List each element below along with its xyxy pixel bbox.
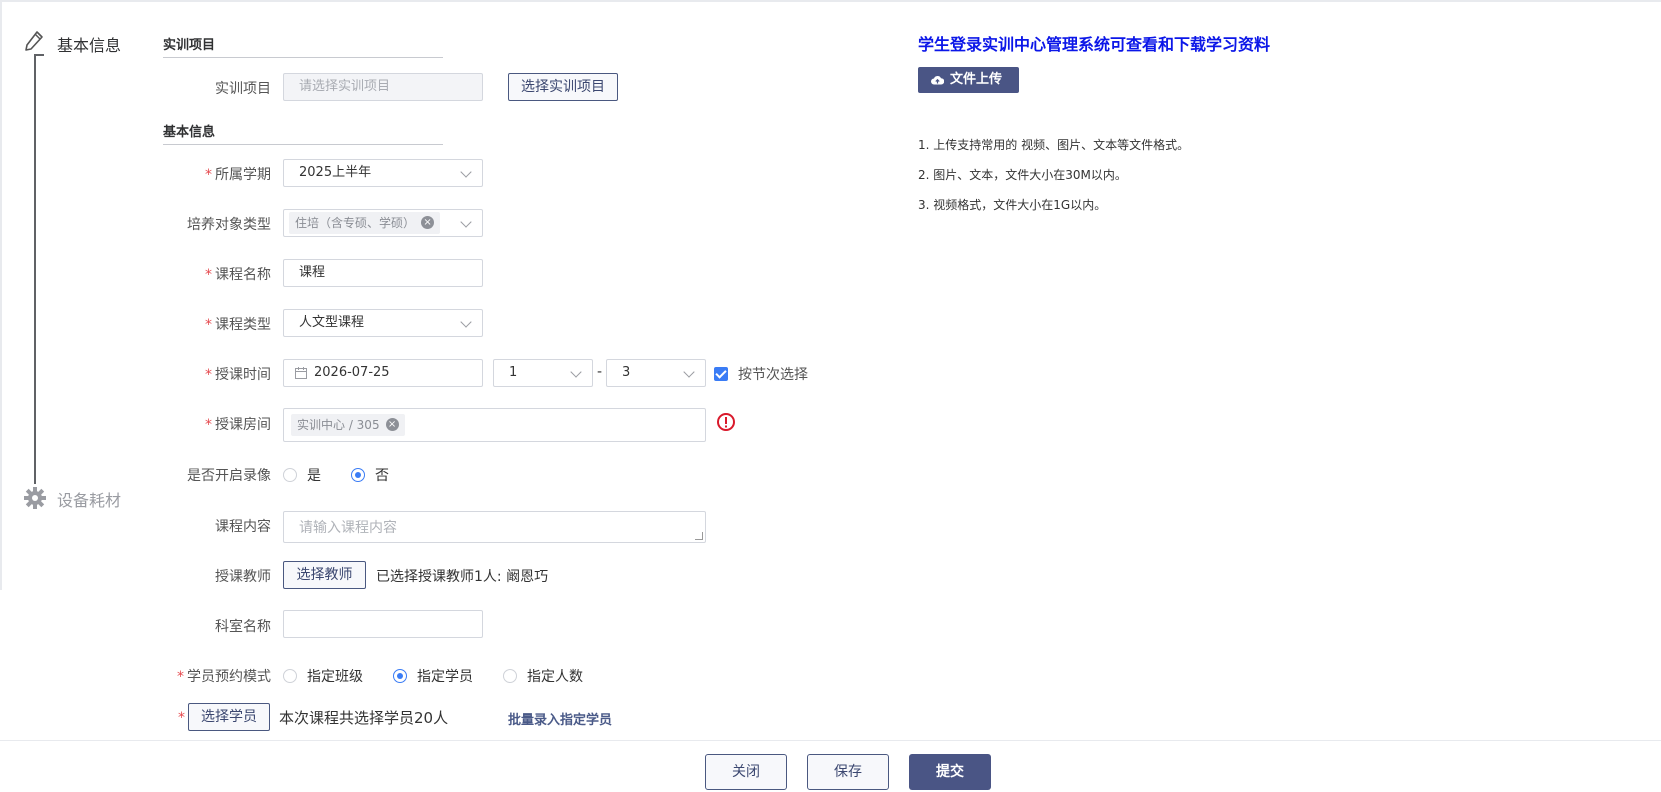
- submit-button[interactable]: 提交: [909, 754, 991, 790]
- room-tag: 实训中心 / 305 ×: [291, 414, 405, 436]
- calendar-icon: [295, 367, 307, 379]
- upload-button[interactable]: 文件上传: [918, 67, 1019, 93]
- students-summary: 本次课程共选择学员20人: [279, 709, 449, 727]
- notice-text: 学生登录实训中心管理系统可查看和下载学习资料: [918, 35, 1271, 54]
- recording-no-label: 否: [375, 468, 389, 484]
- save-button[interactable]: 保存: [807, 754, 889, 790]
- semester-label: * 所属学期: [205, 167, 271, 183]
- students-required-mark: *: [178, 710, 185, 726]
- section-title-project: 实训项目: [163, 34, 443, 58]
- room-label: * 授课房间: [205, 417, 271, 433]
- trainee-type-label: 培养对象类型: [187, 217, 271, 233]
- recording-label: 是否开启录像: [187, 468, 271, 484]
- course-type-select[interactable]: 人文型课程: [283, 309, 483, 337]
- stepper-line: [34, 54, 36, 484]
- booking-mode-label: * 学员预约模式: [177, 669, 271, 685]
- select-students-button[interactable]: 选择学员: [188, 703, 270, 731]
- booking-count-radio[interactable]: [503, 669, 517, 683]
- tip-item: 3. 视频格式，文件大小在1G以内。: [918, 198, 1107, 212]
- selected-teacher-text: 已选择授课教师1人: 阚恩巧: [376, 569, 549, 585]
- project-label: 实训项目: [215, 81, 271, 97]
- section-title-basic: 基本信息: [163, 121, 443, 145]
- top-border: [0, 0, 1661, 2]
- course-name-input[interactable]: 课程: [283, 259, 483, 287]
- tip-item: 1. 上传支持常用的 视频、图片、文本等文件格式。: [918, 138, 1190, 152]
- semester-select[interactable]: 2025上半年: [283, 159, 483, 187]
- booking-class-label: 指定班级: [307, 669, 363, 685]
- trainee-type-tag: 住培（含专硕、学硕） ×: [289, 212, 441, 234]
- chevron-down-icon: [570, 366, 582, 378]
- recording-yes-label: 是: [307, 468, 321, 484]
- booking-count-label: 指定人数: [527, 669, 583, 685]
- resize-handle[interactable]: [695, 532, 703, 540]
- chevron-down-icon: [460, 316, 472, 328]
- teach-time-label: * 授课时间: [205, 367, 271, 383]
- section-from-select[interactable]: 1: [493, 359, 593, 387]
- course-type-label: * 课程类型: [205, 317, 271, 333]
- teach-date-input[interactable]: 2026-07-25: [283, 359, 483, 387]
- section-to-select[interactable]: 3: [606, 359, 706, 387]
- footer-divider: [0, 740, 1661, 741]
- by-section-label: 按节次选择: [738, 367, 808, 383]
- step-equipment[interactable]: 设备耗材: [57, 487, 121, 511]
- cloud-upload-icon: [931, 76, 944, 85]
- department-input[interactable]: [283, 610, 483, 638]
- select-project-button[interactable]: 选择实训项目: [508, 73, 618, 101]
- warning-icon: [717, 413, 735, 431]
- chevron-down-icon: [460, 216, 472, 228]
- booking-student-radio[interactable]: [393, 669, 407, 683]
- pencil-icon: [25, 31, 43, 51]
- tag-close-icon[interactable]: ×: [421, 216, 435, 229]
- gear-icon: [24, 487, 46, 509]
- teacher-label: 授课教师: [215, 569, 271, 585]
- by-section-checkbox[interactable]: [714, 367, 728, 381]
- content-textarea[interactable]: 请输入课程内容: [283, 511, 706, 543]
- course-name-label: * 课程名称: [205, 267, 271, 283]
- tag-close-icon[interactable]: ×: [385, 418, 399, 431]
- department-label: 科室名称: [215, 619, 271, 635]
- close-button[interactable]: 关闭: [705, 754, 787, 790]
- select-teacher-button[interactable]: 选择教师: [283, 561, 366, 589]
- content-label: 课程内容: [215, 519, 271, 535]
- batch-import-link[interactable]: 批量录入指定学员: [508, 709, 612, 728]
- recording-yes-radio[interactable]: [283, 468, 297, 482]
- range-separator: -: [597, 364, 603, 380]
- step-basic-info[interactable]: 基本信息: [57, 32, 121, 56]
- left-border: [0, 0, 2, 590]
- project-input[interactable]: 请选择实训项目: [283, 73, 483, 101]
- booking-student-label: 指定学员: [417, 669, 473, 685]
- tip-item: 2. 图片、文本，文件大小在30M以内。: [918, 168, 1127, 182]
- stepper-tick: [34, 54, 44, 56]
- recording-no-radio[interactable]: [351, 468, 365, 482]
- booking-class-radio[interactable]: [283, 669, 297, 683]
- chevron-down-icon: [460, 166, 472, 178]
- chevron-down-icon: [683, 366, 695, 378]
